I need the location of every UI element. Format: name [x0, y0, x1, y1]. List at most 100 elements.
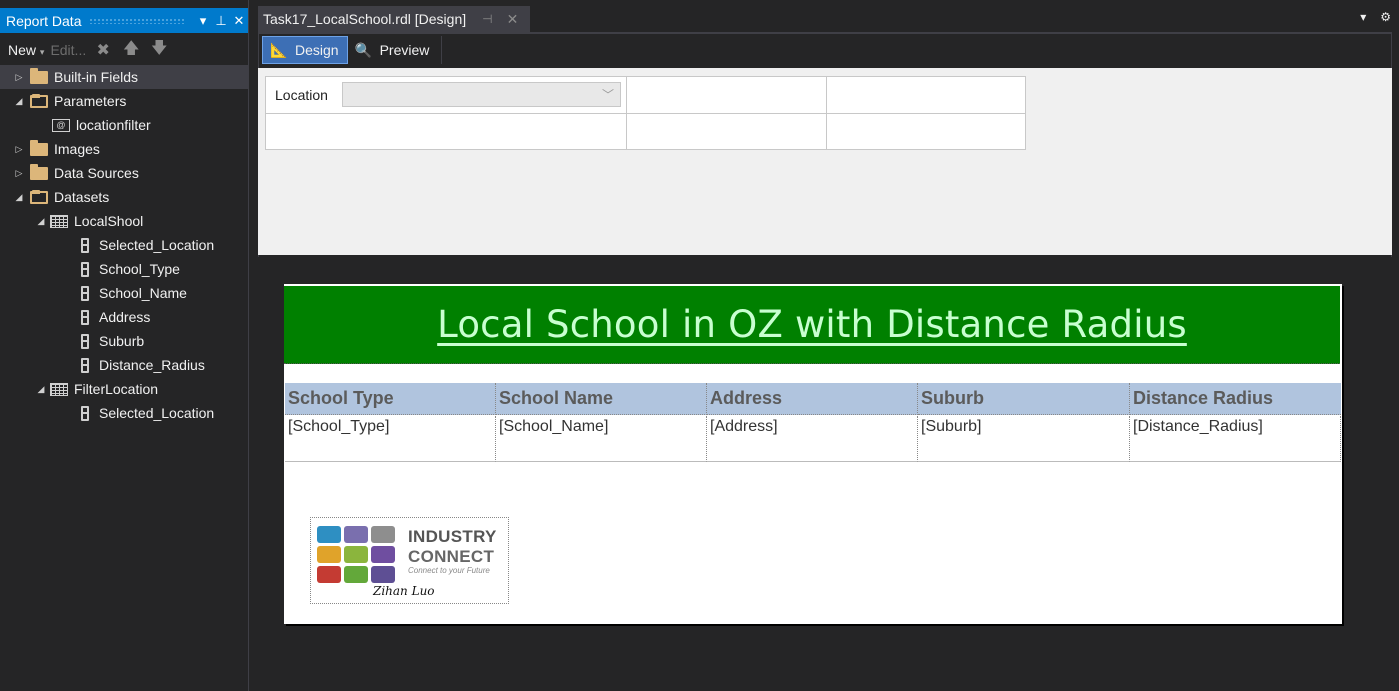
industry-connect-logo-icon: [317, 526, 395, 583]
dataset-icon: [50, 214, 68, 228]
tree-label: Selected_Location: [99, 405, 215, 421]
tab-design[interactable]: 📐 Design: [262, 36, 348, 64]
parameter-cell[interactable]: Location ﹀: [266, 77, 627, 114]
table-cell[interactable]: [School_Name]: [496, 416, 707, 462]
collapse-icon[interactable]: ◢: [36, 216, 46, 227]
parameter-grid: Location ﹀: [265, 76, 1026, 150]
open-folder-icon: [30, 93, 48, 108]
design-ruler-icon: 📐: [270, 41, 288, 58]
folder-icon: [30, 139, 48, 156]
tree-label: Distance_Radius: [99, 357, 205, 373]
tree-label: School_Name: [99, 285, 187, 301]
new-button[interactable]: New ▾: [8, 42, 44, 58]
preview-icon: 🔍: [354, 41, 373, 58]
document-tab-title: Task17_LocalSchool.rdl [Design]: [263, 11, 467, 27]
table-cell[interactable]: [Distance_Radius]: [1130, 416, 1341, 462]
tree-datasets[interactable]: ◢ Datasets: [0, 185, 248, 209]
logo-tagline: Connect to your Future: [408, 566, 490, 575]
column-header[interactable]: School Type: [285, 383, 496, 415]
column-header[interactable]: Distance Radius: [1130, 383, 1341, 415]
tree-label: Data Sources: [54, 165, 139, 181]
collapse-icon[interactable]: ◢: [36, 384, 46, 395]
close-icon[interactable]: ✕: [230, 13, 248, 29]
tree-field[interactable]: Distance_Radius: [0, 353, 248, 377]
tree-label: Images: [54, 141, 100, 157]
field-icon: [81, 333, 89, 349]
parameter-cell-empty[interactable]: [266, 114, 627, 150]
tree-label: LocalShool: [74, 213, 144, 229]
report-data-titlebar: Report Data ▾ ⊥ ✕: [0, 8, 248, 33]
tree-label: School_Type: [99, 261, 180, 277]
drag-grip[interactable]: [89, 17, 186, 24]
pin-icon[interactable]: ⊥: [212, 13, 230, 29]
tree-dataset-filterlocation[interactable]: ◢ FilterLocation: [0, 377, 248, 401]
document-tabbar: Task17_LocalSchool.rdl [Design] ⊣ ✕ ▾ ⚙: [258, 6, 1399, 32]
logo-text: CONNECT: [408, 547, 495, 566]
move-up-icon[interactable]: 🡅: [120, 37, 142, 64]
expand-icon[interactable]: ▷: [14, 72, 24, 83]
document-tabbar-icons: ▾ ⚙: [1360, 10, 1391, 24]
tree-builtin-fields[interactable]: ▷ Built-in Fields: [0, 65, 248, 89]
settings-gear-icon[interactable]: ⚙: [1380, 10, 1391, 24]
tree-label: Parameters: [54, 93, 127, 109]
pin-icon[interactable]: ⊣: [482, 12, 492, 26]
dataset-icon: [50, 382, 68, 396]
collapse-icon[interactable]: ◢: [14, 192, 24, 203]
folder-icon: [30, 163, 48, 180]
tree-dataset-localshool[interactable]: ◢ LocalShool: [0, 209, 248, 233]
report-title-band[interactable]: Local School in OZ with Distance Radius: [284, 286, 1340, 364]
parameter-cell-empty[interactable]: [627, 77, 827, 114]
tree-param-locationfilter[interactable]: @ locationfilter: [0, 113, 248, 137]
tree-images[interactable]: ▷ Images: [0, 137, 248, 161]
tab-label: Preview: [379, 42, 430, 58]
tree-parameters[interactable]: ◢ Parameters: [0, 89, 248, 113]
parameter-cell-empty[interactable]: [827, 114, 1026, 150]
location-dropdown[interactable]: ﹀: [342, 82, 621, 107]
field-icon: [81, 357, 89, 373]
chevron-down-icon: ﹀: [601, 88, 614, 102]
tree-field[interactable]: Suburb: [0, 329, 248, 353]
document-tab[interactable]: Task17_LocalSchool.rdl [Design] ⊣ ✕: [258, 6, 530, 32]
tree-label: Selected_Location: [99, 237, 215, 253]
dropdown-icon[interactable]: ▾: [194, 13, 212, 29]
delete-icon[interactable]: ✖: [92, 40, 114, 60]
divider: [441, 36, 443, 64]
field-icon: [81, 261, 89, 277]
report-title[interactable]: Local School in OZ with Distance Radius: [437, 303, 1187, 346]
report-data-toolbar: New ▾ Edit... ✖ 🡅 🡇: [0, 36, 248, 64]
logo-text: INDUSTRY: [408, 527, 497, 546]
report-data-panel: Report Data ▾ ⊥ ✕ New ▾ Edit... ✖ 🡅 🡇 ▷ …: [0, 0, 249, 691]
column-header[interactable]: Suburb: [918, 383, 1130, 415]
tree-field[interactable]: Address: [0, 305, 248, 329]
expand-icon[interactable]: ▷: [14, 168, 24, 179]
tree-field[interactable]: School_Name: [0, 281, 248, 305]
report-body[interactable]: Local School in OZ with Distance Radius …: [284, 284, 1342, 624]
field-icon: [81, 405, 89, 421]
table-cell[interactable]: [School_Type]: [285, 416, 496, 462]
parameters-pane: Location ﹀: [258, 68, 1392, 255]
table-cell[interactable]: [Suburb]: [918, 416, 1130, 462]
close-tab-icon[interactable]: ✕: [507, 11, 519, 28]
field-icon: [81, 309, 89, 325]
collapse-icon[interactable]: ◢: [14, 96, 24, 107]
move-down-icon[interactable]: 🡇: [148, 37, 170, 64]
tree-label: Datasets: [54, 189, 110, 205]
tree-field[interactable]: Selected_Location: [0, 401, 248, 425]
tab-preview[interactable]: 🔍 Preview: [348, 36, 438, 64]
parameter-cell-empty[interactable]: [827, 77, 1026, 114]
open-folder-icon: [30, 189, 48, 204]
table-cell[interactable]: [Address]: [707, 416, 918, 462]
tab-list-dropdown-icon[interactable]: ▾: [1360, 10, 1366, 24]
tree-field[interactable]: School_Type: [0, 257, 248, 281]
tree-data-sources[interactable]: ▷ Data Sources: [0, 161, 248, 185]
column-header[interactable]: School Name: [496, 383, 707, 415]
edit-button[interactable]: Edit...: [50, 42, 86, 58]
view-tabs: 📐 Design 🔍 Preview: [262, 36, 443, 64]
parameter-cell-empty[interactable]: [627, 114, 827, 150]
logo-image[interactable]: INDUSTRY CONNECT Connect to your Future …: [310, 517, 509, 604]
tree-field[interactable]: Selected_Location: [0, 233, 248, 257]
signature-text: Zihan Luo: [373, 584, 435, 598]
tab-label: Design: [295, 42, 339, 58]
column-header[interactable]: Address: [707, 383, 918, 415]
expand-icon[interactable]: ▷: [14, 144, 24, 155]
